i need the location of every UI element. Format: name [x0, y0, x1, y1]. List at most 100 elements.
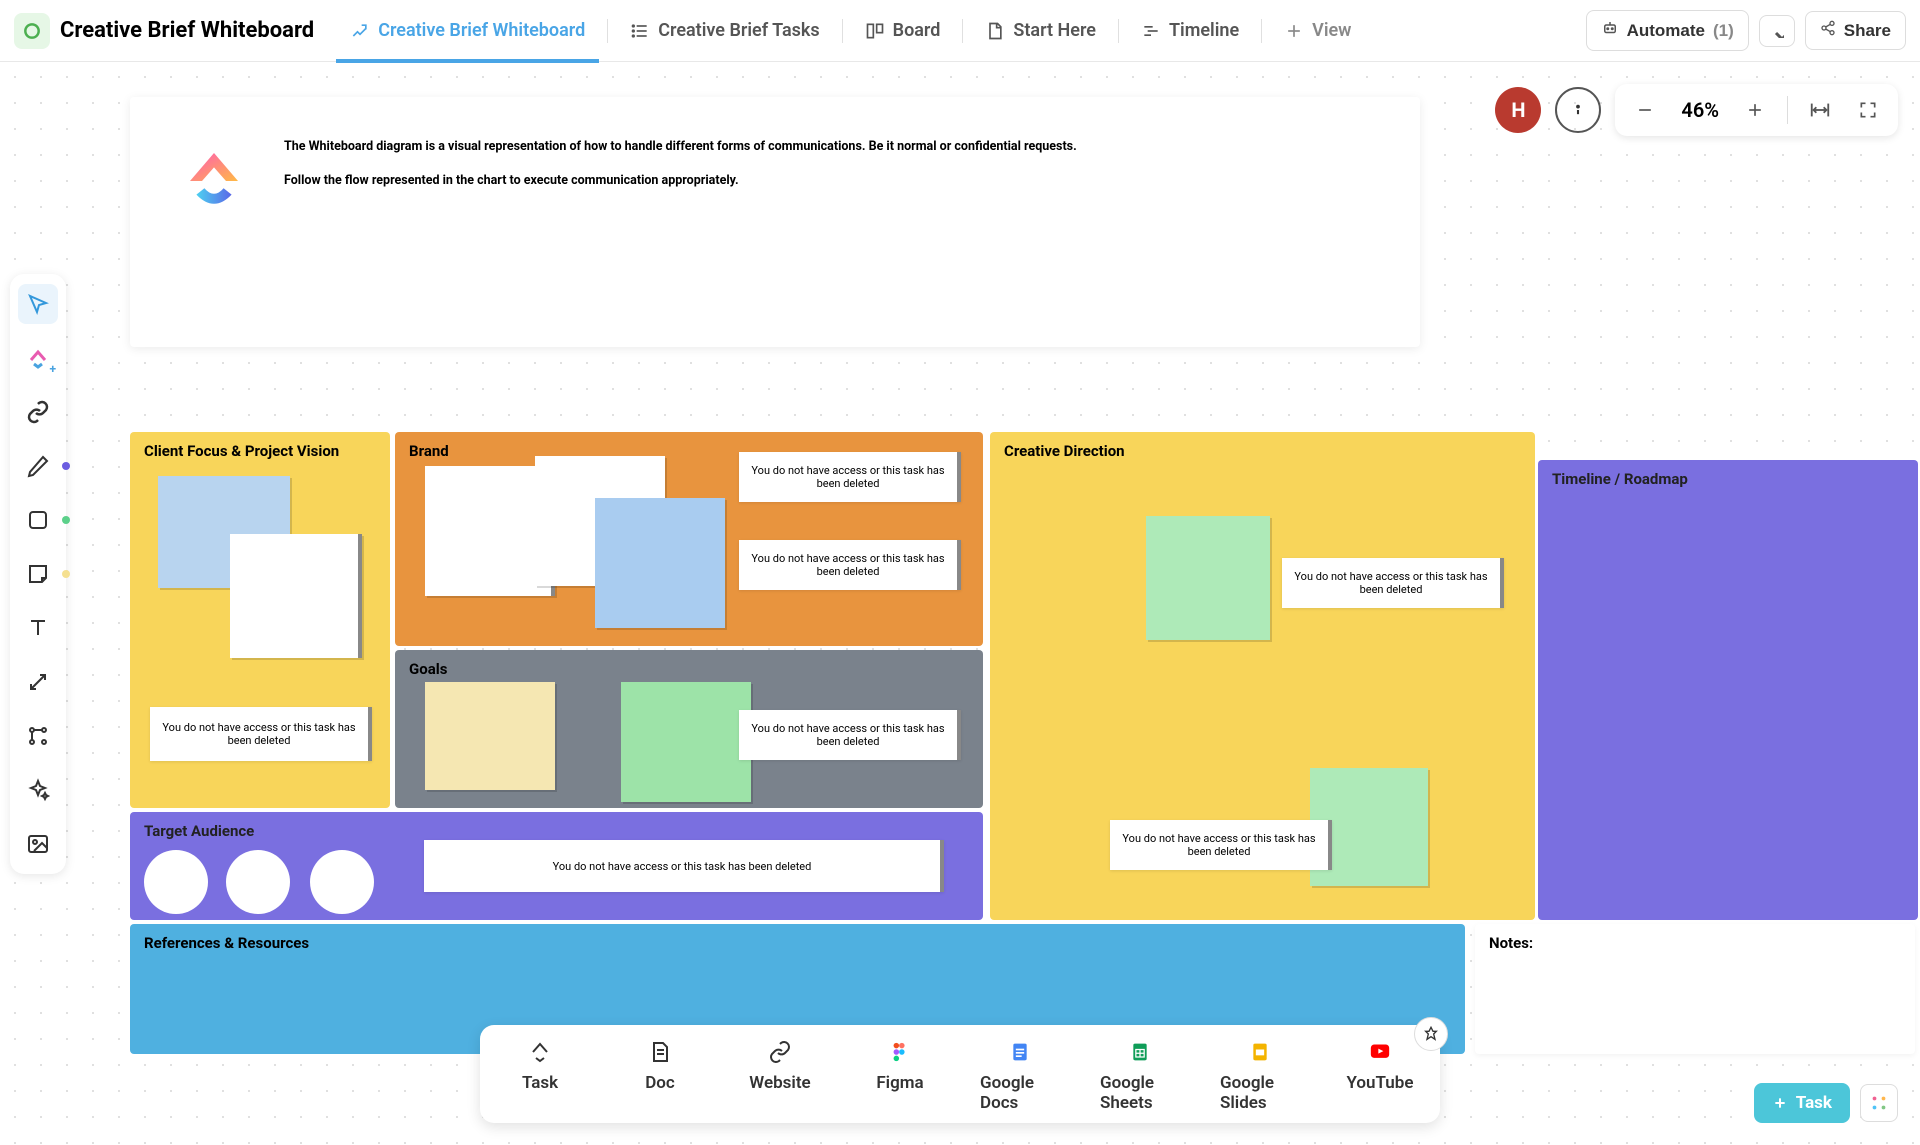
tab-whiteboard[interactable]: Creative Brief Whiteboard — [336, 12, 599, 49]
image-tool[interactable] — [18, 824, 58, 864]
task-card[interactable]: You do not have access or this task has … — [150, 707, 372, 761]
section-timeline[interactable]: Timeline / Roadmap — [1538, 460, 1918, 920]
zoom-out-button[interactable] — [1623, 88, 1667, 132]
persona-circle[interactable] — [144, 850, 208, 914]
persona-circle[interactable] — [226, 850, 290, 914]
timeline-icon — [1141, 21, 1161, 41]
view-tabs: Creative Brief Whiteboard Creative Brief… — [336, 12, 1575, 49]
figma-icon — [887, 1039, 913, 1065]
dock-gslides[interactable]: Google Slides — [1220, 1039, 1300, 1113]
sparkle-icon — [26, 778, 50, 802]
pin-icon — [1423, 1026, 1439, 1042]
dock-youtube[interactable]: YouTube — [1340, 1039, 1420, 1113]
color-dot — [62, 570, 70, 578]
robot-icon — [1601, 19, 1619, 42]
zoom-controls: 46% — [1615, 84, 1898, 136]
create-task-button[interactable]: Task — [1754, 1083, 1850, 1123]
link-tool[interactable] — [18, 392, 58, 432]
section-creative-direction[interactable]: Creative Direction You do not have acces… — [990, 432, 1535, 920]
sticky-note[interactable] — [1146, 516, 1270, 640]
user-avatar[interactable]: H — [1495, 87, 1541, 133]
square-icon — [26, 508, 50, 532]
tab-add-view[interactable]: View — [1270, 12, 1365, 49]
tab-tasks[interactable]: Creative Brief Tasks — [616, 12, 833, 49]
flowchart-tool[interactable] — [18, 716, 58, 756]
plus-icon — [1772, 1095, 1788, 1111]
app-icon — [14, 13, 50, 49]
dock-website[interactable]: Website — [740, 1039, 820, 1113]
automate-label: Automate — [1627, 21, 1705, 41]
section-title: Client Focus & Project Vision — [130, 432, 390, 470]
create-task-label: Task — [1796, 1093, 1832, 1113]
text-tool[interactable] — [18, 608, 58, 648]
section-brand[interactable]: Brand You do not have access or this tas… — [395, 432, 983, 646]
dock-task[interactable]: Task — [500, 1039, 580, 1113]
sticky-note[interactable] — [425, 682, 555, 790]
fullscreen-button[interactable] — [1846, 88, 1890, 132]
dock-label: Website — [749, 1073, 810, 1093]
dock-label: Figma — [876, 1073, 923, 1093]
ai-tool[interactable] — [18, 770, 58, 810]
dock-gdocs[interactable]: Google Docs — [980, 1039, 1060, 1113]
sticky-note[interactable] — [595, 498, 725, 628]
task-card[interactable]: You do not have access or this task has … — [739, 540, 961, 590]
whiteboard-icon — [350, 21, 370, 41]
divider — [962, 19, 963, 43]
dock-label: Task — [522, 1073, 558, 1093]
share-button[interactable]: Share — [1805, 11, 1906, 50]
whiteboard-info-text: The Whiteboard diagram is a visual repre… — [284, 137, 1077, 307]
tab-start-here[interactable]: Start Here — [971, 12, 1110, 49]
connector-tool[interactable] — [18, 662, 58, 702]
task-card[interactable]: You do not have access or this task has … — [1110, 820, 1332, 870]
tab-label: Start Here — [1013, 20, 1096, 41]
task-card[interactable]: You do not have access or this task has … — [1282, 558, 1504, 608]
section-title: Creative Direction — [990, 432, 1535, 470]
info-button[interactable] — [1555, 87, 1601, 133]
section-client-focus[interactable]: Client Focus & Project Vision You do not… — [130, 432, 390, 808]
doc-icon — [985, 21, 1005, 41]
gdocs-icon — [1007, 1039, 1033, 1065]
text-icon — [26, 616, 50, 640]
sticky-note[interactable] — [621, 682, 751, 802]
sticky-note[interactable] — [230, 534, 362, 658]
dock-gsheets[interactable]: Google Sheets — [1100, 1039, 1180, 1113]
task-card[interactable]: You do not have access or this task has … — [424, 840, 944, 892]
sticky-tool[interactable] — [18, 554, 58, 594]
section-target-audience[interactable]: Target Audience You do not have access o… — [130, 812, 983, 920]
whiteboard-info-card[interactable]: The Whiteboard diagram is a visual repre… — [130, 97, 1420, 347]
pen-icon — [26, 454, 50, 478]
automate-count: (1) — [1713, 21, 1734, 41]
task-card[interactable]: You do not have access or this task has … — [739, 710, 961, 760]
cursor-icon — [26, 292, 50, 316]
pen-tool[interactable] — [18, 446, 58, 486]
section-notes[interactable]: Notes: — [1475, 924, 1915, 1054]
tab-label: View — [1312, 20, 1351, 41]
doc2-icon — [647, 1039, 673, 1065]
section-goals[interactable]: Goals You do not have access or this tas… — [395, 650, 983, 808]
automate-dropdown[interactable] — [1759, 15, 1795, 47]
pin-dock-button[interactable] — [1414, 1017, 1448, 1051]
select-tool[interactable] — [18, 284, 58, 324]
app-grid-button[interactable] — [1860, 1084, 1898, 1122]
tab-board[interactable]: Board — [851, 12, 955, 49]
youtube-icon — [1367, 1039, 1393, 1065]
dock-label: Google Docs — [980, 1073, 1060, 1113]
persona-circle[interactable] — [310, 850, 374, 914]
color-dot — [62, 516, 70, 524]
dock-figma[interactable]: Figma — [860, 1039, 940, 1113]
clickup-tool[interactable]: + — [18, 338, 58, 378]
fit-width-button[interactable] — [1798, 88, 1842, 132]
tab-timeline[interactable]: Timeline — [1127, 12, 1253, 49]
plus-icon — [1745, 100, 1765, 120]
sticky-icon — [26, 562, 50, 586]
zoom-in-button[interactable] — [1733, 88, 1777, 132]
link-icon — [767, 1039, 793, 1065]
fit-width-icon — [1809, 99, 1831, 121]
task-card[interactable]: You do not have access or this task has … — [739, 452, 961, 502]
whiteboard-canvas[interactable]: + H — [0, 62, 1920, 1145]
automate-button[interactable]: Automate (1) — [1586, 10, 1749, 51]
dock-doc[interactable]: Doc — [620, 1039, 700, 1113]
zoom-value[interactable]: 46% — [1671, 98, 1729, 122]
shape-tool[interactable] — [18, 500, 58, 540]
dock-label: Google Sheets — [1100, 1073, 1180, 1113]
